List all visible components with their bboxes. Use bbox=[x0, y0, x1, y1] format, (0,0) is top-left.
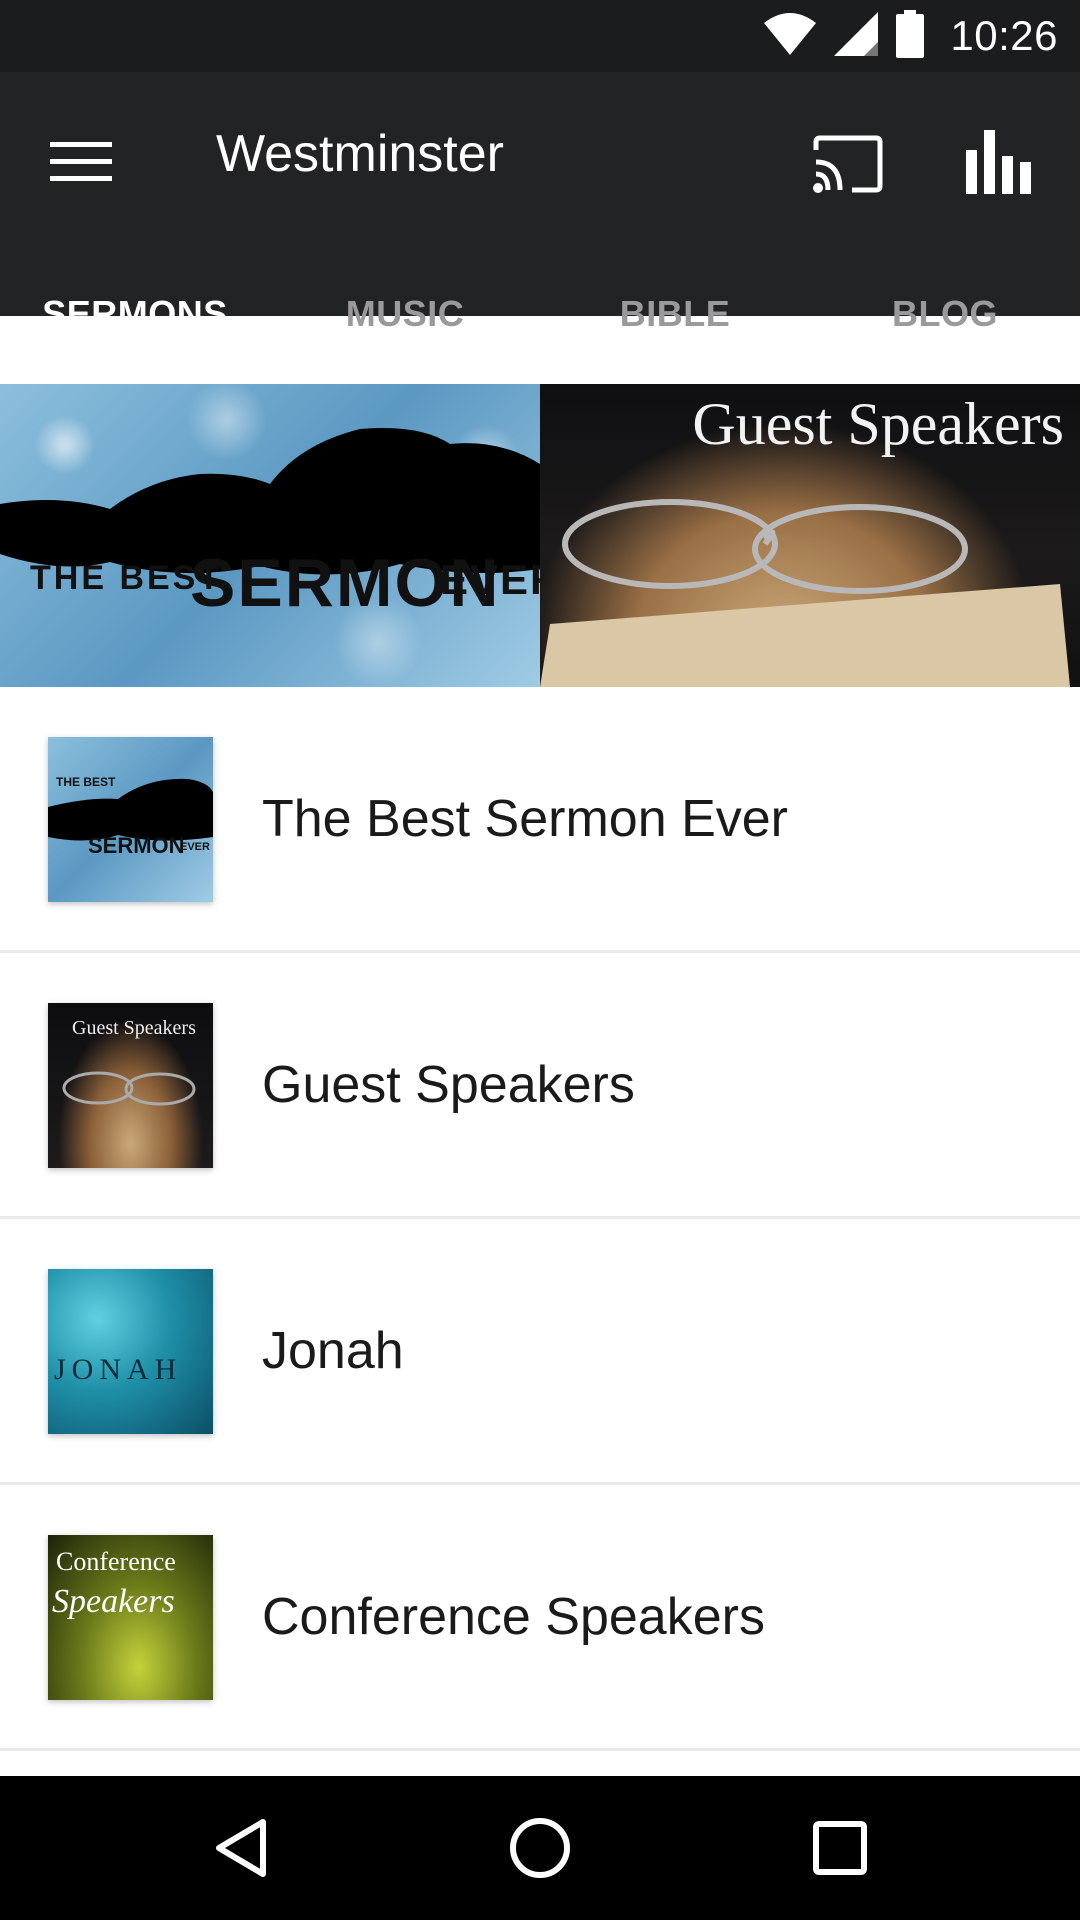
app-title: Westminster bbox=[216, 125, 504, 183]
tab-sermons[interactable]: SERMONS bbox=[0, 260, 270, 368]
list-item[interactable]: Conference Speakers Conference Speakers bbox=[0, 1485, 1080, 1751]
thumb-text: JONAH bbox=[54, 1353, 183, 1386]
list-item-thumbnail: THE BEST SERMON EVER bbox=[48, 737, 213, 902]
tab-blog[interactable]: BLOG bbox=[810, 260, 1080, 368]
thumb-text-big: SERMON bbox=[88, 833, 185, 858]
tab-bar: SERMONS MUSIC BIBLE BLOG bbox=[0, 260, 1080, 372]
battery-icon bbox=[896, 9, 925, 63]
tab-indicator bbox=[0, 377, 279, 384]
navigation-bar bbox=[0, 1776, 1080, 1920]
status-bar: 10:26 bbox=[0, 0, 1080, 72]
list-item[interactable]: THE BEST SERMON EVER The Best Sermon Eve… bbox=[0, 687, 1080, 953]
banner-text-end: EVER bbox=[440, 556, 540, 603]
back-icon bbox=[216, 1819, 266, 1877]
cast-button[interactable] bbox=[812, 124, 892, 204]
home-button[interactable] bbox=[500, 1808, 580, 1888]
list-item-thumbnail: Conference Speakers bbox=[48, 1535, 213, 1700]
menu-icon bbox=[50, 142, 112, 181]
thumb-glasses bbox=[62, 1071, 196, 1106]
list-item-title: Conference Speakers bbox=[262, 1587, 765, 1646]
cell-signal-icon bbox=[834, 11, 879, 61]
tab-music[interactable]: MUSIC bbox=[270, 260, 540, 368]
list-item[interactable]: Guest Speakers Guest Speakers bbox=[0, 953, 1080, 1219]
equalizer-button[interactable] bbox=[966, 122, 1046, 202]
equalizer-icon bbox=[966, 130, 1031, 194]
glasses-illustration bbox=[540, 499, 1070, 687]
status-time: 10:26 bbox=[950, 12, 1058, 59]
list-item-thumbnail: Guest Speakers bbox=[48, 1003, 213, 1168]
status-icons: 10:26 bbox=[764, 9, 1058, 63]
thumb-text-bottom: Speakers bbox=[52, 1583, 175, 1620]
recents-button[interactable] bbox=[800, 1808, 880, 1888]
home-icon bbox=[510, 1818, 570, 1878]
thumb-text-end: EVER bbox=[180, 841, 210, 853]
banner-best-sermon-ever[interactable]: THE BEST SERMON EVER bbox=[0, 384, 540, 687]
thumb-text-top: Conference bbox=[56, 1547, 176, 1576]
wifi-icon bbox=[764, 12, 817, 60]
banner-guest-speakers[interactable]: Guest Speakers bbox=[540, 384, 1080, 687]
list-item-title: The Best Sermon Ever bbox=[262, 789, 788, 848]
menu-button[interactable] bbox=[48, 132, 114, 192]
list-item[interactable]: JONAH Jonah bbox=[0, 1219, 1080, 1485]
tab-bible[interactable]: BIBLE bbox=[540, 260, 810, 368]
list-item-title: Guest Speakers bbox=[262, 1055, 635, 1114]
back-button[interactable] bbox=[201, 1808, 281, 1888]
thumb-text-small: THE BEST bbox=[56, 775, 116, 789]
featured-banner: THE BEST SERMON EVER Guest Speakers bbox=[0, 384, 1080, 687]
list-item-thumbnail: JONAH bbox=[48, 1269, 213, 1434]
recents-icon bbox=[813, 1821, 867, 1875]
sermon-series-list: THE BEST SERMON EVER The Best Sermon Eve… bbox=[0, 687, 1080, 1751]
list-item-title: Jonah bbox=[262, 1321, 404, 1380]
cast-icon bbox=[813, 135, 883, 193]
mountain-silhouette bbox=[0, 428, 540, 575]
thumb-silhouette bbox=[48, 778, 213, 841]
